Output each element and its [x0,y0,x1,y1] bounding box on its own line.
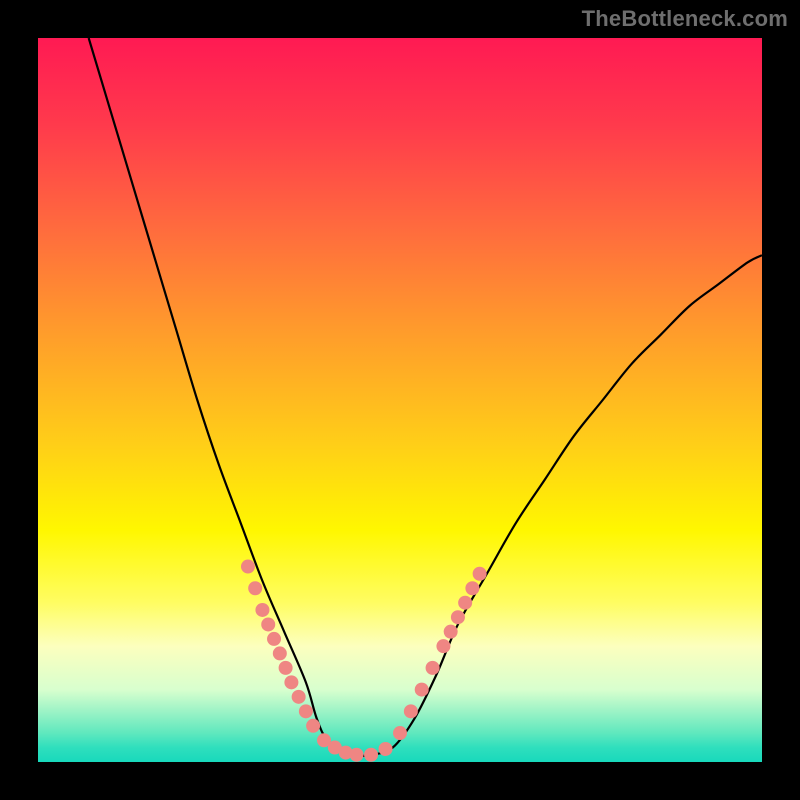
curve-path [89,38,762,756]
marker-dot [261,617,275,631]
marker-dot [458,596,472,610]
marker-dot [279,661,293,675]
watermark-text: TheBottleneck.com [582,6,788,32]
marker-dot [255,603,269,617]
marker-dot [273,646,287,660]
marker-dot [426,661,440,675]
marker-dot [444,625,458,639]
marker-dot [292,690,306,704]
marker-dot [436,639,450,653]
marker-dot [241,560,255,574]
marker-dot [267,632,281,646]
plot-area [38,38,762,762]
marker-dot [379,742,393,756]
marker-dot [306,719,320,733]
marker-dot [415,683,429,697]
marker-dot [473,567,487,581]
marker-dot [465,581,479,595]
marker-dot [299,704,313,718]
marker-dot [284,675,298,689]
plot-svg [38,38,762,762]
marker-dot [393,726,407,740]
marker-dot [404,704,418,718]
marker-dot [248,581,262,595]
marker-dot [364,748,378,762]
chart-frame: TheBottleneck.com [0,0,800,800]
curve-line [89,38,762,756]
marker-dot [350,748,364,762]
marker-dot [451,610,465,624]
marker-dots [241,560,487,762]
